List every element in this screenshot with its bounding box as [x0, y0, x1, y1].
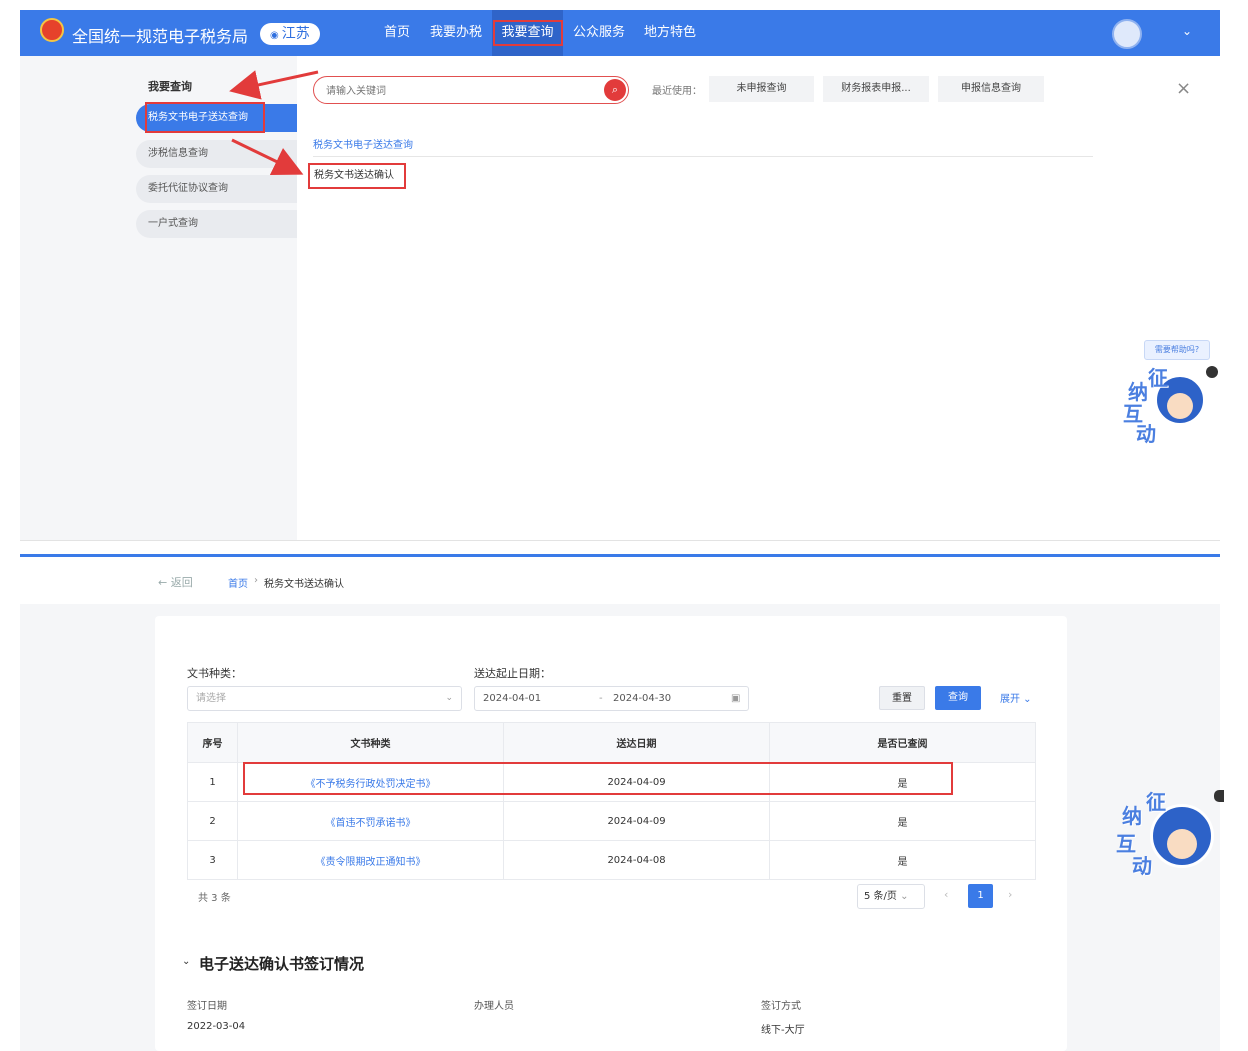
chevron-down-icon: ⌄: [445, 693, 453, 703]
mascot-face: [1167, 829, 1197, 859]
reset-button[interactable]: 重置: [879, 686, 925, 710]
prev-page-button[interactable]: ‹: [944, 888, 948, 901]
doc-type-placeholder: 请选择: [196, 693, 226, 704]
cell-no: 1: [187, 762, 238, 802]
query-button[interactable]: 查询: [935, 686, 981, 710]
quick-link-unfiled-query[interactable]: 未申报查询: [709, 76, 814, 102]
cell-doc-link[interactable]: 《责令限期改正通知书》: [237, 840, 504, 880]
region-label: 江苏: [281, 26, 310, 42]
mascot-tip[interactable]: 需要帮助吗?: [1144, 340, 1210, 360]
menu-item-tax-info-query[interactable]: 涉税信息查询: [136, 140, 297, 168]
col-header-doc-type: 文书种类: [237, 722, 504, 763]
page-size-value: 5 条/页: [864, 891, 897, 902]
date-separator: -: [599, 693, 603, 704]
recent-use-label: 最近使用：: [652, 86, 702, 97]
col-header-no: 序号: [187, 722, 238, 763]
mascot-char: 纳: [1122, 804, 1142, 828]
date-range-picker[interactable]: 2024-04-01 - 2024-04-30 ▣: [474, 686, 749, 711]
doc-type-select[interactable]: 请选择 ⌄: [187, 686, 462, 711]
next-page-button[interactable]: ›: [1008, 888, 1012, 901]
sign-date-value: 2022-03-04: [187, 1021, 246, 1032]
search-icon[interactable]: ⌕: [604, 79, 626, 101]
breadcrumb-home[interactable]: 首页: [228, 575, 248, 590]
mascot-face: [1167, 393, 1193, 419]
col-header-read: 是否已查阅: [769, 722, 1036, 763]
doc-type-label: 文书种类：: [187, 667, 242, 680]
sign-method-label: 签订方式: [761, 1001, 801, 1012]
menu-item-highlight: [145, 102, 265, 133]
region-selector[interactable]: ◉ 江苏: [260, 23, 320, 45]
date-end: 2024-04-30: [613, 693, 672, 704]
signing-section-title: 电子送达确认书签订情况: [199, 955, 365, 973]
divider: [313, 156, 1093, 157]
page-size-select[interactable]: 5 条/页 ⌄: [857, 884, 925, 909]
cell-read: 是: [769, 840, 1036, 880]
mascot-char: 征: [1148, 366, 1168, 390]
table-header-row: 序号 文书种类 送达日期 是否已查阅: [187, 722, 1036, 763]
search-input[interactable]: [324, 81, 598, 101]
mascot-char: 动: [1136, 422, 1156, 446]
sign-method-value: 线下-大厅: [761, 1025, 805, 1036]
search-box: ⌕: [313, 76, 629, 104]
expand-filters-link[interactable]: 展开 ⌄: [1000, 690, 1032, 705]
cell-date: 2024-04-08: [503, 840, 770, 880]
nav-home[interactable]: 首页: [384, 10, 410, 56]
breadcrumb-current: 税务文书送达确认: [264, 579, 344, 590]
cell-read: 是: [769, 801, 1036, 841]
mascot-char: 征: [1146, 790, 1166, 814]
quick-link-filing-info-query[interactable]: 申报信息查询: [938, 76, 1044, 102]
mascot-char: 动: [1132, 854, 1152, 878]
user-avatar[interactable]: [1112, 19, 1142, 49]
back-link[interactable]: ← 返回: [158, 574, 193, 590]
page-button-1[interactable]: 1: [968, 884, 993, 908]
sign-date-label: 签订日期: [187, 1001, 227, 1012]
calendar-icon: ▣: [731, 693, 741, 704]
cell-no: 3: [187, 840, 238, 880]
nav-local-features[interactable]: 地方特色: [644, 10, 696, 56]
site-title: 全国统一规范电子税务局: [72, 27, 249, 46]
close-icon[interactable]: ×: [1176, 78, 1191, 99]
table-row[interactable]: 2 《首违不罚承诺书》 2024-04-09 是: [187, 801, 1036, 841]
date-range-label: 送达起止日期：: [474, 667, 551, 680]
mascot-close-icon[interactable]: [1214, 790, 1224, 802]
cell-no: 2: [187, 801, 238, 841]
handler-label: 办理人员: [474, 1001, 514, 1012]
nav-tax-handling[interactable]: 我要办税: [430, 10, 482, 56]
cell-date: 2024-04-09: [503, 801, 770, 841]
chevron-down-icon[interactable]: ⌄: [182, 956, 190, 967]
top-navbar: 全国统一规范电子税务局 ◉ 江苏 首页 我要办税 我要查询 公众服务 地方特色 ⌄: [20, 10, 1220, 56]
cell-doc-link[interactable]: 《首违不罚承诺书》: [237, 801, 504, 841]
nav-public-service[interactable]: 公众服务: [573, 10, 625, 56]
menu-item-one-household-query[interactable]: 一户式查询: [136, 210, 297, 238]
result-category-link[interactable]: 税务文书电子送达查询: [313, 136, 413, 151]
quick-link-financial-report[interactable]: 财务报表申报...: [823, 76, 929, 102]
chevron-down-icon: ⌄: [900, 891, 909, 902]
side-menu: 我要查询 税务文书电子送达查询 涉税信息查询 委托代征协议查询 一户式查询: [20, 56, 297, 540]
section-separator: [20, 554, 1220, 557]
table-row[interactable]: 3 《责令限期改正通知书》 2024-04-08 是: [187, 840, 1036, 880]
top-screenshot: 全国统一规范电子税务局 ◉ 江苏 首页 我要办税 我要查询 公众服务 地方特色 ⌄…: [20, 10, 1220, 541]
col-header-delivery-date: 送达日期: [503, 722, 770, 763]
location-pin-icon: ◉: [270, 30, 279, 41]
result-item-delivery-confirm[interactable]: 税务文书送达确认: [308, 163, 406, 189]
breadcrumb-separator: ›: [254, 575, 258, 586]
chevron-down-icon[interactable]: ⌄: [1182, 24, 1192, 38]
menu-title: 我要查询: [148, 80, 192, 93]
menu-item-agency-agreement-query[interactable]: 委托代征协议查询: [136, 175, 297, 203]
date-start: 2024-04-01: [483, 693, 542, 704]
total-count: 共 3 条: [198, 893, 231, 904]
mascot-close-icon[interactable]: [1206, 366, 1218, 378]
tax-emblem-icon: [40, 18, 64, 42]
row-highlight: [243, 762, 953, 795]
nav-query-highlight: [493, 20, 563, 46]
results-table: 序号 文书种类 送达日期 是否已查阅 1 《不予税务行政处罚决定书》 2024-…: [187, 722, 1036, 880]
